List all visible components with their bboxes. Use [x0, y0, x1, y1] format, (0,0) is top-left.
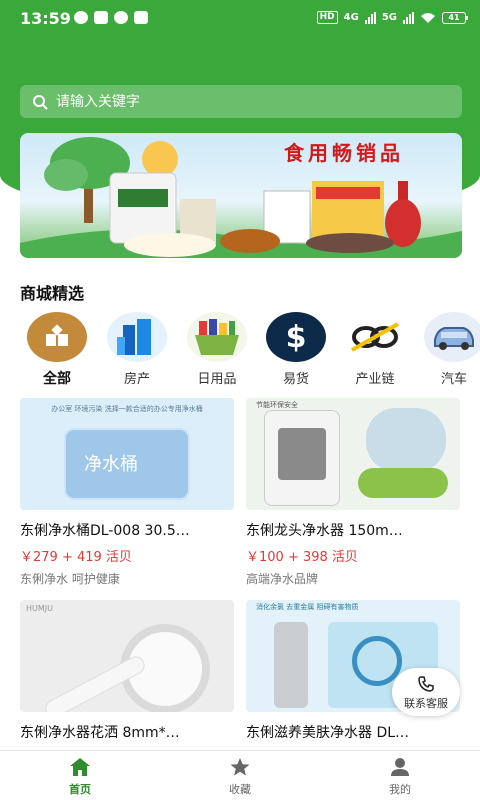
category-industry-chain[interactable]: 产业链 [337, 312, 413, 387]
star-icon [230, 758, 250, 776]
nav-label: 首页 [69, 783, 91, 796]
category-property[interactable]: 房产 [99, 312, 175, 387]
product-name: 东俐净水桶DL-008 30.5… [20, 523, 190, 539]
signal-icon [364, 11, 376, 24]
section-title: 商城精选 [20, 284, 85, 303]
customer-service-label: 联系客服 [404, 697, 448, 710]
category-barter[interactable]: $ 易货 [258, 312, 334, 387]
hd-badge: HD [316, 11, 338, 24]
search-icon [33, 94, 48, 110]
car-icon [424, 312, 480, 362]
category-label: 全部 [43, 371, 71, 387]
category-label: 汽车 [440, 372, 467, 387]
basket-icon [187, 312, 247, 362]
product-image: 节能环保安全 [246, 398, 460, 510]
product-name: 东俐龙头净水器 150m… [246, 523, 403, 539]
phone-icon [418, 676, 434, 692]
product-subtitle: 东俐净水 呵护健康 [20, 572, 120, 586]
nav-label: 收藏 [229, 783, 251, 796]
product-card[interactable]: 节能环保安全 东俐龙头净水器 150m… ￥100 + 398 活贝 高端净水品… [246, 398, 460, 587]
wechat-icon [74, 11, 88, 24]
product-image-caption: 办公室 环境污染 洗择一款合适的办公专用净水桶 [51, 405, 203, 413]
dollar-icon: $ [266, 312, 326, 362]
category-label: 日用品 [197, 372, 237, 387]
grid-icon [27, 312, 87, 362]
product-image-caption: 消化余氯 去重金属 阻碍有害物质 [256, 603, 359, 611]
product-name: 东俐滋养美肤净水器 DL… [246, 725, 410, 741]
wifi-icon [421, 12, 435, 23]
battery-icon: 41 [442, 11, 468, 24]
system-icons: HD 4G 5G 41 [316, 11, 468, 24]
category-car[interactable]: 汽车 [416, 312, 480, 387]
product-name: 东俐净水器花洒 8mm*… [20, 725, 180, 741]
status-time: 13:59 [20, 9, 71, 28]
status-bar: 13:59 HD 4G 5G 41 [0, 0, 480, 36]
nav-label: 我的 [389, 783, 411, 796]
product-image-caption: 节能环保安全 [256, 401, 298, 409]
category-label: 产业链 [355, 372, 395, 387]
product-card[interactable]: 办公室 环境污染 洗择一款合适的办公专用净水桶 净水桶 东俐净水桶DL-008 … [20, 398, 234, 587]
promo-banner[interactable]: 食用畅销品 [20, 133, 462, 258]
signal-icon-2 [403, 11, 414, 24]
building-icon [107, 312, 167, 362]
customer-service-button[interactable]: 联系客服 [392, 668, 460, 716]
weibo-icon [114, 11, 128, 24]
product-price: ￥279 + 419 活贝 [20, 550, 132, 565]
notification-icons [74, 11, 148, 24]
product-card[interactable]: HUMJU 东俐净水器花洒 8mm*… [20, 600, 234, 742]
user-icon [391, 758, 409, 776]
category-label: 房产 [123, 372, 150, 387]
app-notification-icon [134, 11, 148, 24]
nav-home[interactable]: 首页 [0, 751, 160, 800]
chain-icon [345, 312, 405, 362]
product-image-text: 净水桶 [84, 454, 138, 475]
network-5g-label: 5G [381, 12, 397, 23]
nav-favorites[interactable]: 收藏 [160, 751, 320, 800]
product-image: 办公室 环境污染 洗择一款合适的办公专用净水桶 净水桶 [20, 398, 234, 510]
product-image-caption: HUMJU [26, 604, 53, 613]
banner-title: 食用畅销品 [284, 141, 404, 165]
home-icon [70, 758, 90, 776]
nav-profile[interactable]: 我的 [320, 751, 480, 800]
network-4g-label: 4G [343, 12, 359, 23]
category-all[interactable]: 全部 [19, 312, 95, 388]
category-daily-goods[interactable]: 日用品 [179, 312, 255, 387]
search-bar[interactable] [20, 85, 462, 118]
search-input[interactable] [56, 93, 436, 110]
category-row: 全部 房产 日用品 $ 易货 产业链 汽车 [0, 312, 480, 390]
category-label: 易货 [282, 372, 309, 387]
bottom-navigation: 首页 收藏 我的 [0, 750, 480, 800]
product-image: HUMJU [20, 600, 234, 712]
product-price: ￥100 + 398 活贝 [246, 550, 358, 565]
product-subtitle: 高端净水品牌 [246, 572, 319, 586]
message-icon [94, 11, 108, 24]
